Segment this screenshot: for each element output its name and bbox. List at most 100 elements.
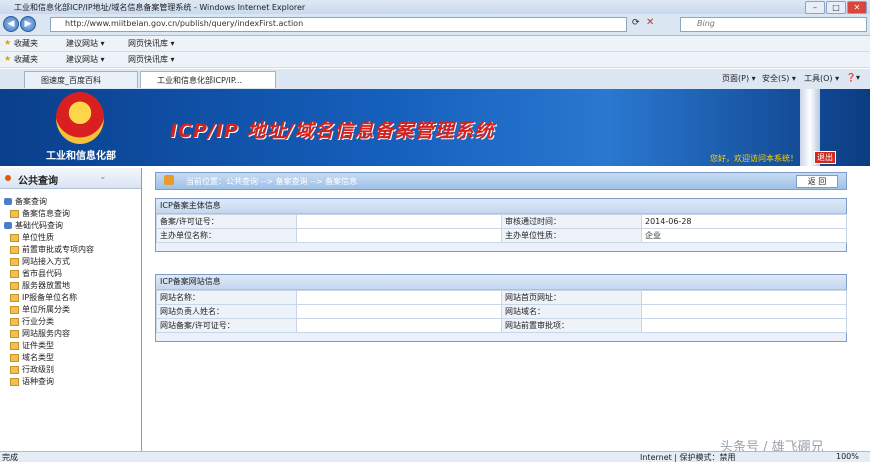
document-icon (10, 365, 19, 374)
sidebar-header: 公共查询 ⌄ (0, 168, 141, 189)
sidebar-item-label: 单位性质 (22, 233, 54, 242)
sponsor-table: 备案/许可证号： 审核通过时间： 2014-06-28 主办单位名称： 主办单位性质：企… (156, 214, 847, 243)
field-label: 备案/许可证号： (156, 214, 297, 229)
document-icon (10, 269, 19, 278)
field-value (296, 214, 502, 229)
back-button[interactable]: 返 回 (796, 175, 838, 188)
table-row: 网站名称： 网站首页网址： (156, 290, 847, 305)
favorites-bar-2: ★ 收藏夹 建议网站 ▾ 网页快讯库 ▾ (0, 52, 870, 68)
tab-baike[interactable]: 图速度_百度百科 (24, 71, 138, 88)
document-icon (10, 233, 19, 242)
maximize-button[interactable]: □ (826, 1, 846, 14)
close-window-button[interactable]: ✕ (847, 1, 867, 14)
field-label: 网站域名： (501, 304, 642, 319)
collapse-chevron-icon[interactable]: ⌄ (99, 172, 107, 182)
welcome-text: 您好，欢迎访问本系统！ (710, 154, 798, 163)
logout-button[interactable]: 退出 (814, 151, 836, 164)
document-icon (10, 353, 19, 362)
field-label: 网站负责人姓名： (156, 304, 297, 319)
page-menu[interactable]: 页面(P) ▾ (722, 73, 756, 84)
refresh-icon[interactable]: ⟳ (632, 18, 640, 28)
search-input[interactable]: Bing (680, 17, 867, 32)
favorites-button[interactable]: 收藏夹 (14, 54, 38, 65)
sidebar-item[interactable]: 行政级别 (10, 364, 54, 375)
tab-label: 工业和信息化部ICP/IP... (157, 76, 243, 85)
website-table: 网站名称： 网站首页网址： 网站负责人姓名： 网站域名： 网站备案/许可证号： 网站前置审… (156, 290, 847, 333)
main-content: 当前位置：公共查询 --> 备案查询 --> 备案信息 返 回 ICP备案主体信… (143, 168, 870, 451)
field-value (641, 290, 847, 305)
suggested-sites-link[interactable]: 建议网站 ▾ (66, 38, 105, 49)
tab-label: 图速度_百度百科 (41, 76, 101, 85)
document-icon (10, 257, 19, 266)
sponsor-info-panel: ICP备案主体信息 备案/许可证号： 审核通过时间： 2014-06-28 主办单位名… (155, 198, 847, 252)
sidebar-item[interactable]: 单位性质 (10, 232, 54, 243)
document-icon (10, 293, 19, 302)
sidebar-item[interactable]: IP报备单位名称 (10, 292, 77, 303)
field-label: 网站备案/许可证号： (156, 318, 297, 333)
sidebar-item[interactable]: 证件类型 (10, 340, 54, 351)
field-label: 网站名称： (156, 290, 297, 305)
sidebar-item-label: 网站服务内容 (22, 329, 70, 338)
field-value: 企业 (641, 228, 847, 243)
field-label: 主办单位名称： (156, 228, 297, 243)
sidebar-item[interactable]: 行业分类 (10, 316, 54, 327)
sidebar-item[interactable]: 网站接入方式 (10, 256, 70, 267)
url-text: http://www.miitbeian.gov.cn/publish/quer… (65, 19, 304, 28)
favorites-button[interactable]: 收藏夹 (14, 38, 38, 49)
document-icon (10, 341, 19, 350)
document-icon (10, 317, 19, 326)
field-value (641, 304, 847, 319)
minimize-button[interactable]: – (805, 1, 825, 14)
tools-menu[interactable]: 工具(O) ▾ (804, 73, 839, 84)
breadcrumb-text: 当前位置：公共查询 --> 备案查询 --> 备案信息 (186, 177, 358, 186)
sidebar-item[interactable]: 省市县代码 (10, 268, 62, 279)
sidebar-item-label: 备案信息查询 (22, 209, 70, 218)
home-icon (164, 175, 174, 185)
sidebar-item-label: IP报备单位名称 (22, 293, 78, 302)
sidebar-item[interactable]: 服务器放置地 (10, 280, 70, 291)
help-menu[interactable]: ❓▾ (846, 73, 860, 82)
sidebar-title: 公共查询 (18, 176, 58, 187)
sidebar-item[interactable]: 单位所属分类 (10, 304, 70, 315)
document-icon (10, 209, 19, 218)
sidebar-item-label: 证件类型 (22, 341, 54, 350)
field-label: 网站前置审批项： (501, 318, 642, 333)
website-panel-header: ICP备案网站信息 (156, 275, 846, 290)
web-slice-gallery-link[interactable]: 网页快讯库 ▾ (128, 38, 175, 49)
field-value (641, 318, 847, 333)
sidebar-item-label: 行政级别 (22, 365, 54, 374)
safety-menu[interactable]: 安全(S) ▾ (762, 73, 796, 84)
system-title: ICP/IP 地址/域名信息备案管理系统 (170, 120, 495, 142)
document-icon (10, 245, 19, 254)
web-slice-gallery-link[interactable]: 网页快讯库 ▾ (128, 54, 175, 65)
url-input[interactable]: http://www.miitbeian.gov.cn/publish/quer… (50, 17, 627, 32)
sidebar-item[interactable]: 域名类型 (10, 352, 54, 363)
sidebar-item[interactable]: 备案信息查询 (10, 208, 70, 219)
sidebar-item[interactable]: 语种查询 (10, 376, 54, 387)
sidebar-item-label: 行业分类 (22, 317, 54, 326)
sidebar-item-label: 网站接入方式 (22, 257, 70, 266)
forward-arrow-icon[interactable]: ▶ (20, 16, 36, 32)
document-icon (10, 377, 19, 386)
sidebar-group[interactable]: 基础代码查询 (4, 220, 63, 231)
table-row: 网站备案/许可证号： 网站前置审批项： (156, 318, 847, 333)
sidebar-item[interactable]: 网站服务内容 (10, 328, 70, 339)
sidebar-group[interactable]: 备案查询 (4, 196, 47, 207)
sidebar-item[interactable]: 前置审批或专项内容 (10, 244, 94, 255)
table-row: 备案/许可证号： 审核通过时间： 2014-06-28 (156, 214, 847, 229)
window-title-bar: 工业和信息化部ICP/IP地址/域名信息备案管理系统 - Windows Int… (0, 0, 870, 15)
suggested-sites-link[interactable]: 建议网站 ▾ (66, 54, 105, 65)
document-icon (10, 329, 19, 338)
favorites-bar: ★ 收藏夹 建议网站 ▾ 网页快讯库 ▾ (0, 36, 870, 52)
tab-icp-system[interactable]: 工业和信息化部ICP/IP... (140, 71, 276, 88)
field-label: 主办单位性质： (501, 228, 642, 243)
back-arrow-icon[interactable]: ◀ (3, 16, 19, 32)
sidebar-item-label: 单位所属分类 (22, 305, 70, 314)
stop-icon[interactable]: ✕ (646, 17, 654, 28)
sidebar-item-label: 语种查询 (22, 377, 54, 386)
zoom-level[interactable]: 100% (836, 452, 859, 461)
sidebar-item-label: 服务器放置地 (22, 281, 70, 290)
status-text: 完成 (2, 453, 18, 462)
sidebar-group-label: 备案查询 (15, 197, 47, 206)
field-value (296, 304, 502, 319)
